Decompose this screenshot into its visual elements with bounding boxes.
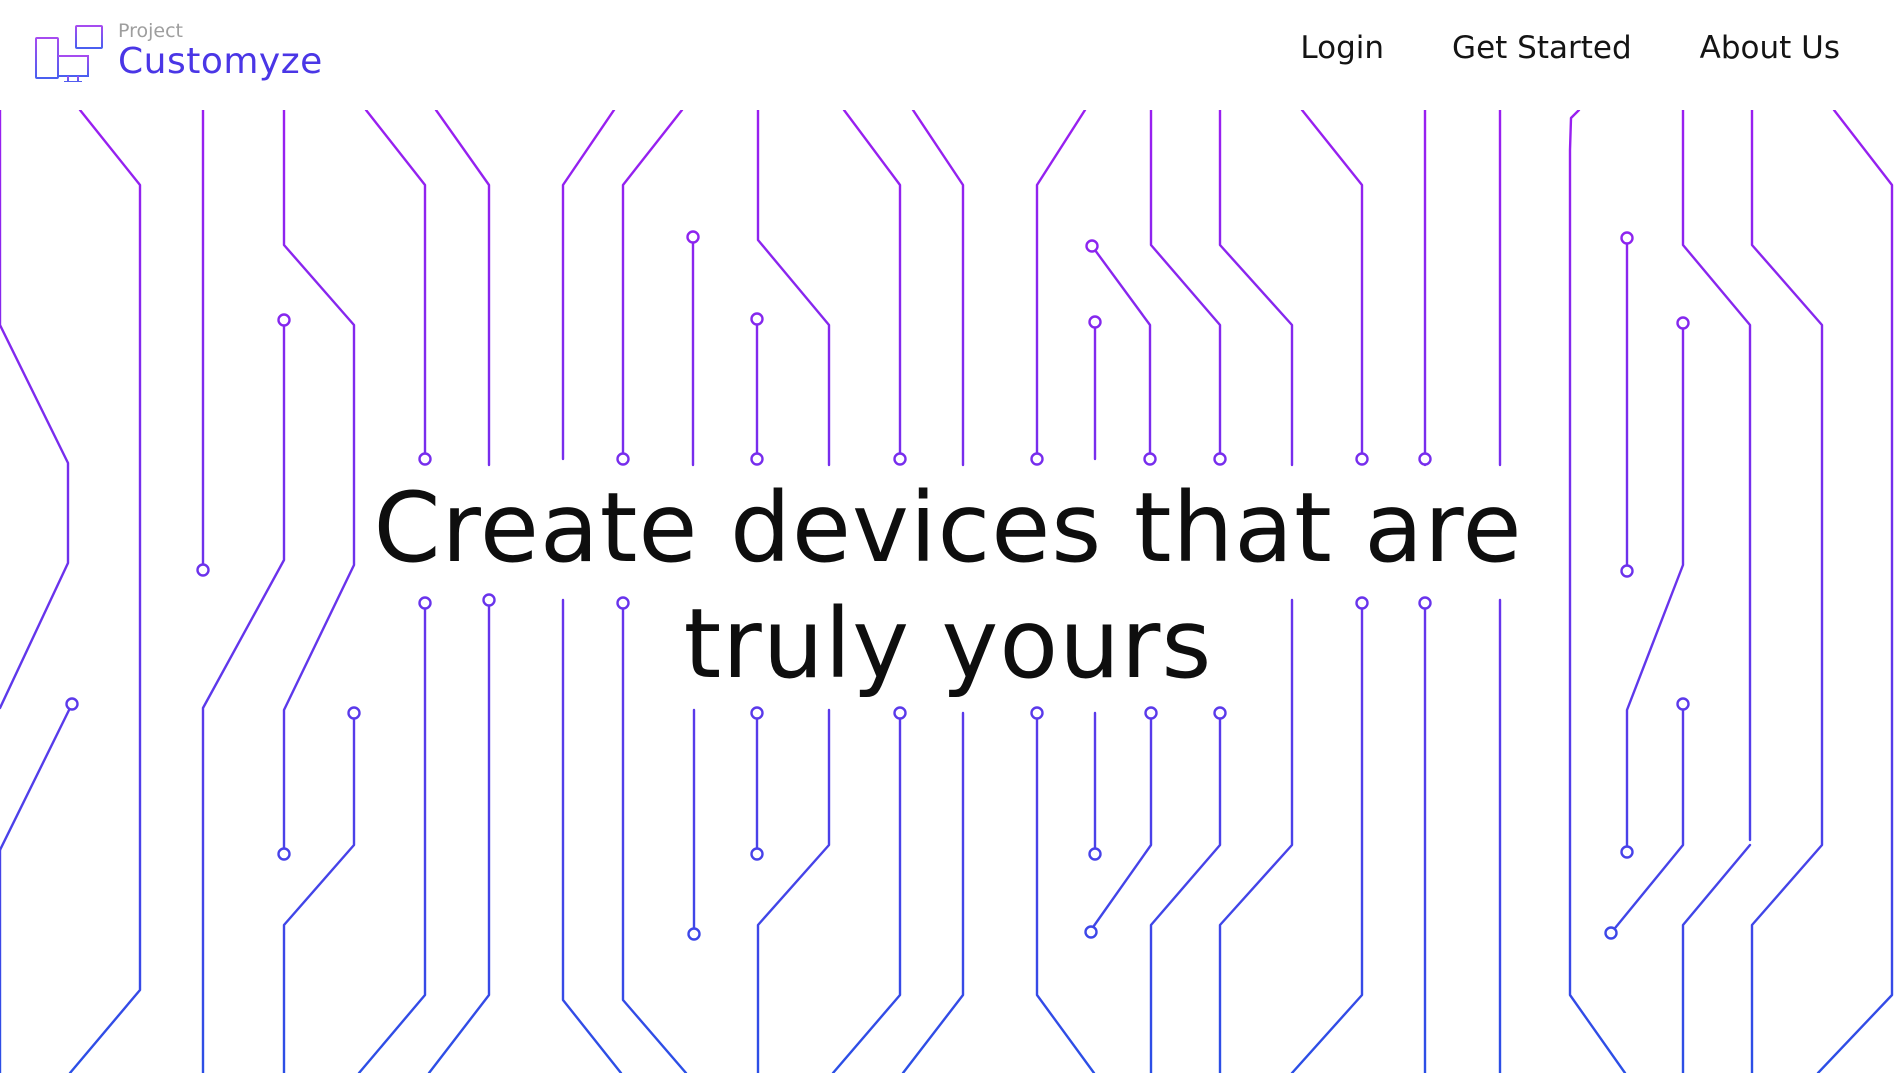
hero-headline: Create devices that are truly yours [0,470,1896,702]
devices-icon [35,25,103,82]
circuit-node [750,706,764,720]
circuit-trace [842,110,902,461]
circuit-trace [1218,110,1294,467]
circuit-trace [911,110,965,467]
circuit-trace [364,110,427,461]
circuit-node [1088,315,1102,329]
nav-login-link[interactable]: Login [1300,30,1384,66]
brand-text: Project Customyze [118,20,323,82]
circuit-node [1620,231,1634,245]
hero-line-1: Create devices that are [373,472,1523,584]
circuit-node [1144,706,1158,720]
circuit-trace [901,711,965,1073]
circuit-node [750,312,764,326]
circuit-node [893,706,907,720]
nav-get-started-link[interactable]: Get Started [1452,30,1632,66]
site-header: Project Customyze Login Get Started Abou… [0,0,1896,110]
circuit-node [1213,452,1227,466]
circuit-trace [756,110,831,467]
circuit-node [1143,452,1157,466]
circuit-node [347,706,361,720]
circuit-node [1620,845,1634,859]
circuit-trace [0,702,74,852]
circuit-node [1418,452,1432,466]
circuit-trace [1609,702,1685,935]
circuit-node [616,452,630,466]
circuit-trace [1681,843,1752,1073]
circuit-node [687,927,701,941]
circuit-node [1030,452,1044,466]
circuit-trace [1149,110,1222,461]
brand-name: Customyze [118,41,323,82]
hero-line-2: truly yours [683,588,1213,700]
brand-logo[interactable]: Project Customyze [34,20,323,82]
circuit-trace [434,110,491,467]
circuit-trace [1300,110,1364,461]
main-nav: Login Get Started About Us [1300,30,1840,66]
circuit-node [1030,706,1044,720]
circuit-node [1085,239,1099,253]
circuit-node [1604,926,1618,940]
circuit-trace [1090,244,1152,461]
nav-about-us-link[interactable]: About Us [1700,30,1840,66]
circuit-node [1084,925,1098,939]
circuit-node [750,452,764,466]
hero: Create devices that are truly yours [0,470,1896,702]
circuit-trace [561,110,616,461]
circuit-node [418,452,432,466]
circuit-node [893,452,907,466]
circuit-node [277,313,291,327]
circuit-trace [1149,711,1222,1073]
circuit-trace [756,708,831,1073]
circuit-trace [621,110,684,461]
circuit-node [1355,452,1369,466]
circuit-node [1088,847,1102,861]
circuit-trace [1035,110,1087,461]
circuit-node [750,847,764,861]
circuit-trace [1089,711,1153,932]
circuit-node [686,230,700,244]
circuit-node [1676,316,1690,330]
brand-subtitle: Project [118,20,184,42]
circuit-node [1213,706,1227,720]
circuit-node [277,847,291,861]
circuit-trace [1035,711,1096,1073]
circuit-trace [831,711,902,1073]
circuit-trace [282,711,356,1073]
